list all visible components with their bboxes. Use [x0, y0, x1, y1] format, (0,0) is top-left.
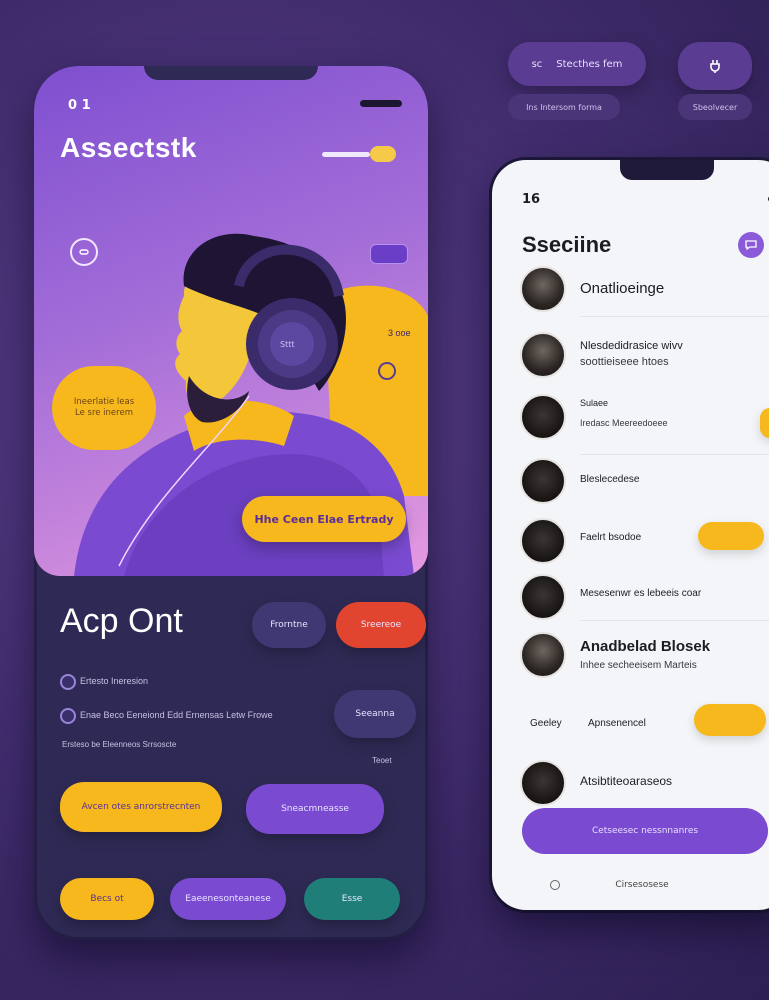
dark-pill-button[interactable]: Frorntne — [252, 602, 326, 648]
purple-button-1[interactable]: Sneacmneasse — [246, 784, 384, 834]
list-item-value: Apnsenencel — [588, 718, 646, 729]
section-title: Acp Ont — [60, 602, 183, 640]
avatar — [520, 574, 566, 620]
footer-label: Cirsesosese — [615, 880, 669, 890]
hero-cta-button[interactable]: Hhe Ceen Elae Ertrady — [242, 496, 406, 542]
avatar — [520, 518, 566, 564]
red-pill-button[interactable]: Sreereoe — [336, 602, 426, 648]
list-item-subtitle: soottieiseee htoes — [580, 356, 669, 368]
list-item-title: Sulaee — [580, 398, 609, 408]
list-item[interactable]: Anadbelad Blosek Inhee secheeisem Martei… — [520, 632, 769, 682]
teal-button[interactable]: Esse — [304, 878, 400, 920]
status-time: 0 1 — [68, 98, 91, 113]
caption-small: Teoet — [372, 756, 392, 765]
floating-chip-prefix: sc — [531, 58, 543, 70]
divider — [580, 620, 769, 621]
purple-button-2[interactable]: Eaeenesonteanese — [170, 878, 286, 920]
hero-card: 0 1 Assectstk Sttt 3 ooe Ineerlatie leas… — [34, 66, 428, 576]
avatar — [520, 632, 566, 678]
divider — [580, 316, 769, 317]
hero-side-text: 3 ooe — [388, 328, 411, 338]
status-time-right: 16 — [522, 192, 541, 207]
list-item[interactable]: Mesesenwr es lebeeis coar — [520, 574, 769, 624]
list-item-title: Anadbelad Blosek — [580, 638, 711, 655]
floating-plug-button[interactable] — [678, 42, 752, 90]
yellow-button-1[interactable]: Avcen otes anrorstrecnten — [60, 782, 222, 832]
headphone-label: Sttt — [280, 340, 295, 349]
dark-pill-button-2[interactable]: Seeanna — [334, 690, 416, 738]
chat-icon[interactable] — [738, 232, 764, 258]
list-item-subtitle: Iredasc Meereedoeee — [580, 418, 668, 428]
yellow-button-2[interactable]: Becs ot — [60, 878, 154, 920]
floating-chip-sub: Ins Intersom forma — [508, 94, 620, 120]
list-item-title: Faelrt bsodoe — [580, 532, 642, 543]
avatar — [520, 760, 566, 806]
list-item-subtitle: Inhee secheeisem Marteis — [580, 660, 697, 671]
status-signal-icon — [360, 100, 402, 107]
toggle-track[interactable] — [322, 152, 370, 157]
row-radio-1[interactable] — [60, 674, 76, 690]
divider — [580, 454, 769, 455]
floating-chip-label: Stecthes fem — [556, 58, 623, 70]
list-item-title: Atsibtiteoaraseos — [580, 774, 673, 788]
floating-chip-primary[interactable]: sc Stecthes fem — [508, 42, 646, 86]
avatar — [520, 332, 566, 378]
list-item-title: Nlesdedidrasice wivv — [580, 340, 683, 352]
list-item[interactable]: Atsibtiteoaraseos — [520, 760, 769, 810]
primary-cta-button[interactable]: Cetseesec nessnnanres — [522, 808, 768, 854]
yellow-action-pill[interactable] — [698, 522, 764, 550]
list-item[interactable]: Nlesdedidrasice wivv soottieiseee htoes — [520, 332, 769, 382]
list-item[interactable]: Onatlioeinge — [520, 266, 769, 316]
phone-notch-right — [620, 160, 714, 180]
list-item-title: Onatlioeinge — [580, 280, 665, 297]
hero-badge-text: Ineerlatie leas Le sre inerem — [73, 397, 135, 418]
plug-icon — [710, 60, 720, 73]
play-icon[interactable] — [70, 238, 98, 266]
avatar — [520, 266, 566, 312]
row-radio-2[interactable] — [60, 708, 76, 724]
row-text-2: Enae Beco Eeneiond Edd Ernensas Letw Fro… — [80, 710, 273, 720]
avatar — [520, 394, 566, 440]
avatar — [520, 458, 566, 504]
right-phone: 16 Sseciine Onatlioeinge Nlesdedidrasice… — [492, 160, 769, 910]
info-icon[interactable] — [378, 362, 396, 380]
list-item-title: Mesesenwr es lebeeis coar — [580, 588, 702, 599]
row-text-1: Ertesto Ineresion — [80, 676, 149, 686]
phone-notch — [144, 66, 318, 80]
floating-plug-sub: Sbeolvecer — [678, 94, 752, 120]
left-phone: 0 1 Assectstk Sttt 3 ooe Ineerlatie leas… — [34, 66, 428, 940]
list-item[interactable]: Bleslecedese — [520, 458, 769, 508]
row-text-3: Ersteso be Eleenneos Srrsoscte — [62, 740, 177, 749]
hero-title: Assectstk — [60, 132, 197, 163]
hero-badge: Ineerlatie leas Le sre inerem — [52, 366, 156, 450]
yellow-indicator[interactable] — [760, 408, 769, 438]
list-item-label: Geeley — [530, 718, 562, 729]
yellow-action-pill-2[interactable] — [694, 704, 766, 736]
list-item[interactable]: Sulaee Iredasc Meereedoeee — [520, 394, 769, 444]
list-item-title: Bleslecedese — [580, 474, 640, 485]
toggle-knob[interactable] — [370, 146, 396, 162]
list-title: Sseciine — [522, 232, 612, 257]
hero-mini-button[interactable] — [370, 244, 408, 264]
